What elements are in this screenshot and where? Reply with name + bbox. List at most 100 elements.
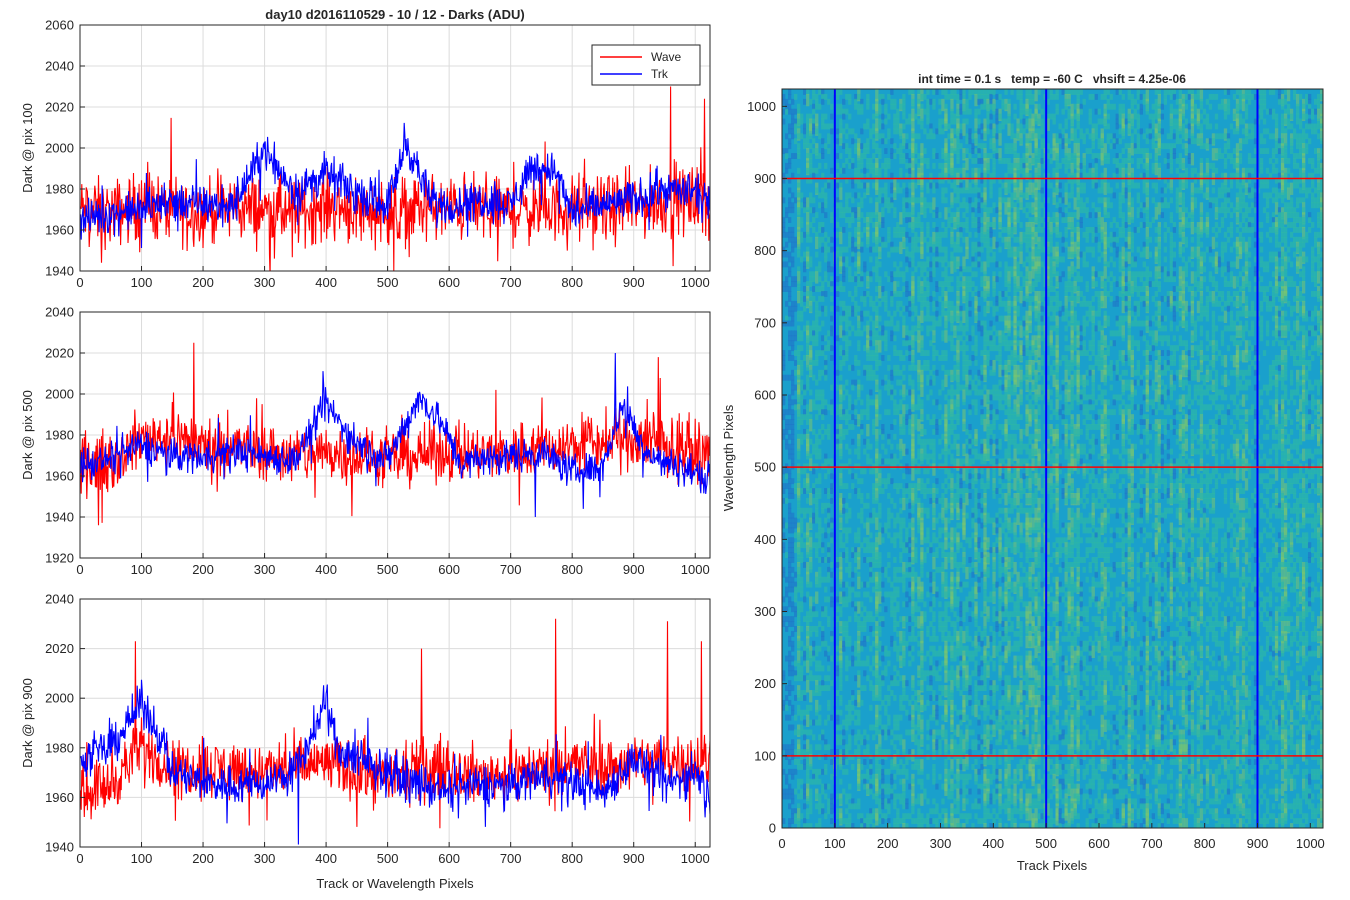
heatmap-cell [875,729,879,736]
heatmap-cell [848,192,852,199]
heatmap-cell [932,650,936,657]
heatmap-cell [959,108,963,115]
heatmap-cell [974,286,978,292]
heatmap-cell [860,497,864,504]
heatmap-cell [941,818,945,825]
heatmap-cell [866,458,870,465]
heatmap-cell [962,399,966,406]
heatmap-cell [977,685,981,692]
heatmap-cell [821,138,825,145]
heatmap-cell [899,290,903,297]
heatmap-cell [959,542,963,549]
heatmap-cell [941,635,945,642]
heatmap-cell [890,793,894,800]
heatmap-cell [842,286,846,292]
heatmap-cell [959,167,963,174]
heatmap-cell [803,251,807,258]
heatmap-cell [824,557,828,563]
heatmap-cell [896,566,900,573]
heatmap-cell [965,798,969,805]
heatmap-cell [950,202,954,209]
heatmap-cell [869,374,873,381]
heatmap-cell [926,187,930,194]
heatmap-cell [818,557,822,563]
heatmap-cell [929,621,933,627]
heatmap-cell [932,808,936,815]
heatmap-cell [941,290,945,297]
heatmap-cell [830,749,834,756]
heatmap-cell [803,719,807,726]
heatmap-cell [884,606,888,613]
heatmap-cell [938,685,942,692]
heatmap-cell [836,724,840,731]
heatmap-cell [968,424,972,430]
heatmap-cell [938,212,942,219]
heatmap-cell [869,576,873,583]
heatmap-cell [896,517,900,524]
heatmap-cell [788,340,792,347]
heatmap-cell [860,281,864,288]
heatmap-cell [860,739,864,746]
heatmap-cell [863,217,867,223]
heatmap-cell [845,704,849,711]
heatmap-cell [812,207,816,214]
heatmap-cell [893,773,897,780]
heatmap-cell [809,808,813,815]
heatmap-cell [980,399,984,406]
heatmap-cell [929,818,933,825]
heatmap-cell [827,458,831,465]
heatmap-cell [857,512,861,519]
heatmap-cell [815,251,819,258]
heatmap-cell [953,576,957,583]
heatmap-cell [965,744,969,751]
heatmap-cell [968,601,972,608]
heatmap-cell [863,502,867,509]
heatmap-cell [821,335,825,342]
heatmap-cell [815,128,819,135]
heatmap-cell [797,424,801,430]
heatmap-cell [869,818,873,825]
heatmap-cell [899,542,903,549]
heatmap-cell [857,576,861,590]
heatmap-cell [884,734,888,741]
heatmap-cell [917,222,921,228]
heatmap-cell [815,793,819,800]
heatmap-cell [980,458,984,465]
heatmap-cell [794,547,798,554]
heatmap-cell [824,783,828,790]
heatmap-cell [845,207,849,214]
heatmap-cell [842,759,846,765]
heatmap-cell [956,448,960,455]
heatmap-cell [950,557,954,570]
heatmap-cell [848,290,852,297]
x-tick-label: 700 [500,275,522,290]
heatmap-cell [977,192,981,199]
heatmap-cell [812,286,816,292]
heatmap-cell [917,606,921,613]
heatmap-cell [908,650,912,657]
heatmap-cell [869,626,873,632]
heatmap-cell [905,256,909,263]
heatmap-cell [857,192,861,199]
heatmap-cell [941,591,945,598]
heatmap-cell [947,167,951,174]
heatmap-cell [821,207,825,214]
heatmap-cell [812,719,816,726]
x-tick-label: 600 [438,275,460,290]
heatmap-cell [824,793,828,800]
heatmap-cell [923,148,927,155]
heatmap-cell [929,453,933,460]
heatmap-cell [836,606,840,613]
heatmap-cell [965,581,969,588]
heatmap-cell [959,522,963,529]
heatmap-cell [941,660,945,667]
heatmap-cell [851,414,855,421]
heatmap-cell [845,601,849,608]
heatmap-cell [791,153,795,159]
heatmap-cell [797,763,801,770]
heatmap-cell [929,207,933,214]
heatmap-cell [980,571,984,578]
heatmap-cell [830,113,834,120]
heatmap-cell [794,788,798,795]
heatmap-cell [791,355,795,361]
